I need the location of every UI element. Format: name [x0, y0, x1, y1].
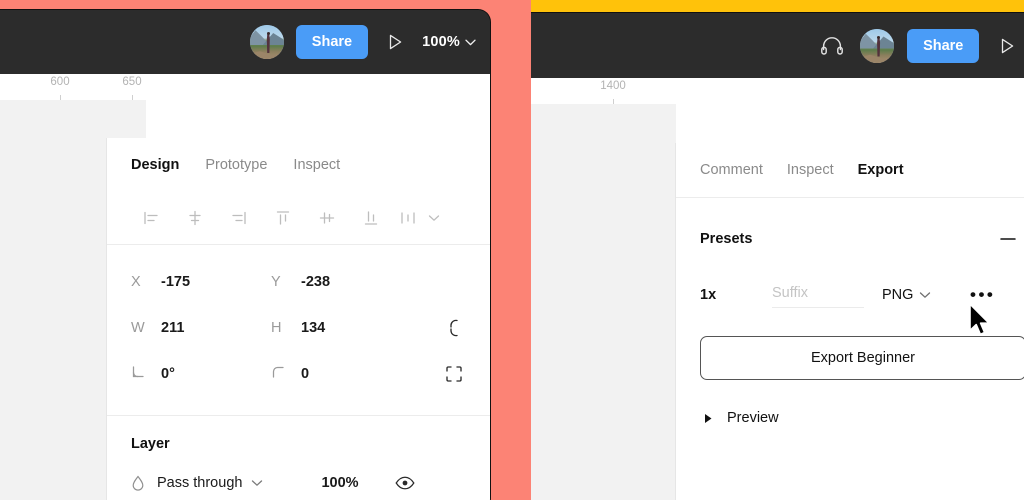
zoom-level-label: 100%: [422, 34, 460, 50]
right-toolbar: Share 78%: [531, 13, 1024, 78]
tab-export[interactable]: Export: [858, 162, 904, 178]
align-vertical-centers-icon[interactable]: [305, 202, 349, 234]
triangle-right-icon: [704, 413, 713, 424]
left-horizontal-ruler[interactable]: 600 650: [0, 74, 146, 101]
format-value: PNG: [882, 287, 913, 303]
headphones-icon[interactable]: [817, 31, 847, 61]
corner-radius-icon: [271, 365, 301, 383]
distribute-icon[interactable]: [393, 202, 423, 234]
y-value[interactable]: -238: [301, 274, 330, 290]
suffix-input[interactable]: [772, 283, 864, 308]
ruler-tick-label: 650: [122, 76, 141, 88]
size-row: W 211 H 134: [107, 305, 490, 351]
chevron-down-icon[interactable]: [251, 479, 263, 487]
export-panel: Comment Inspect Export Presets: [675, 143, 1024, 500]
preview-label: Preview: [727, 410, 779, 426]
eye-icon[interactable]: [395, 476, 415, 490]
play-icon[interactable]: [992, 31, 1022, 61]
align-bottom-icon[interactable]: [349, 202, 393, 234]
align-horizontal-centers-icon[interactable]: [173, 202, 217, 234]
right-canvas-area: 1400 Comment Inspect Export Presets: [531, 78, 1024, 500]
right-app-window: Share 78% 1400: [531, 13, 1024, 500]
ellipsis-icon[interactable]: •••: [970, 290, 995, 300]
tab-prototype[interactable]: Prototype: [205, 157, 267, 173]
y-label: Y: [271, 274, 301, 290]
h-value[interactable]: 134: [301, 320, 325, 336]
align-left-icon[interactable]: [129, 202, 173, 234]
blend-mode-value[interactable]: Pass through: [157, 475, 242, 491]
ruler-tick-label: 600: [50, 76, 69, 88]
design-panel: Design Prototype Inspect: [106, 138, 490, 500]
layer-section-title: Layer: [107, 416, 490, 452]
alignment-toolbar: [107, 192, 490, 244]
avatar[interactable]: [250, 25, 284, 59]
ruler-tick-label: 1400: [600, 80, 626, 92]
link-proportions-icon[interactable]: [445, 318, 463, 338]
tab-design[interactable]: Design: [131, 157, 179, 173]
layer-opacity-value[interactable]: 100%: [321, 475, 358, 491]
tab-comment[interactable]: Comment: [700, 162, 763, 178]
left-canvas-area: 600 650 Design Prototype Inspect: [0, 74, 490, 500]
blend-drop-icon: [131, 475, 145, 491]
angle-icon: [131, 365, 161, 383]
rotation-corner-row: 0° 0: [107, 351, 490, 397]
play-icon[interactable]: [380, 27, 410, 57]
format-select[interactable]: PNG: [882, 287, 970, 303]
screenshot-stage: Share 100% 6: [0, 0, 1024, 500]
design-panel-tabs: Design Prototype Inspect: [107, 138, 490, 192]
right-canvas[interactable]: [531, 104, 676, 500]
w-value[interactable]: 211: [161, 320, 184, 336]
corner-radius-value[interactable]: 0: [301, 366, 309, 382]
preset-scale-value[interactable]: 1x: [700, 287, 772, 303]
avatar[interactable]: [860, 29, 894, 63]
left-app-window: Share 100% 6: [0, 10, 490, 500]
transform-properties: X -175 Y -238 W 211: [107, 245, 490, 415]
align-top-icon[interactable]: [261, 202, 305, 234]
independent-corners-icon[interactable]: [445, 365, 463, 383]
presets-title: Presets: [700, 231, 752, 247]
x-value[interactable]: -175: [161, 274, 190, 290]
position-row: X -175 Y -238: [107, 259, 490, 305]
tab-inspect[interactable]: Inspect: [293, 157, 340, 173]
x-label: X: [131, 274, 161, 290]
export-button[interactable]: Export Beginner: [700, 336, 1024, 380]
rotation-value[interactable]: 0°: [161, 366, 175, 382]
share-button[interactable]: Share: [907, 29, 979, 63]
presets-header: Presets: [676, 198, 1024, 262]
export-panel-tabs: Comment Inspect Export: [676, 143, 1024, 198]
chevron-down-icon[interactable]: [423, 202, 445, 234]
chevron-down-icon: [465, 39, 476, 46]
share-button[interactable]: Share: [296, 25, 368, 59]
left-toolbar: Share 100%: [0, 10, 490, 74]
w-label: W: [131, 320, 161, 336]
left-window-frame: Share 100% 6: [0, 0, 531, 500]
right-horizontal-ruler[interactable]: 1400: [531, 78, 676, 105]
align-right-icon[interactable]: [217, 202, 261, 234]
layer-blend-row: Pass through 100%: [107, 460, 490, 500]
zoom-control[interactable]: 100%: [422, 34, 476, 50]
right-window-frame: Share 78% 1400: [531, 0, 1024, 500]
preset-item-row: 1x PNG •••: [676, 262, 1024, 318]
preview-disclosure[interactable]: Preview: [676, 380, 1024, 426]
minus-icon[interactable]: [998, 229, 1018, 249]
chevron-down-icon: [919, 291, 931, 299]
h-label: H: [271, 320, 301, 336]
tab-inspect[interactable]: Inspect: [787, 162, 834, 178]
